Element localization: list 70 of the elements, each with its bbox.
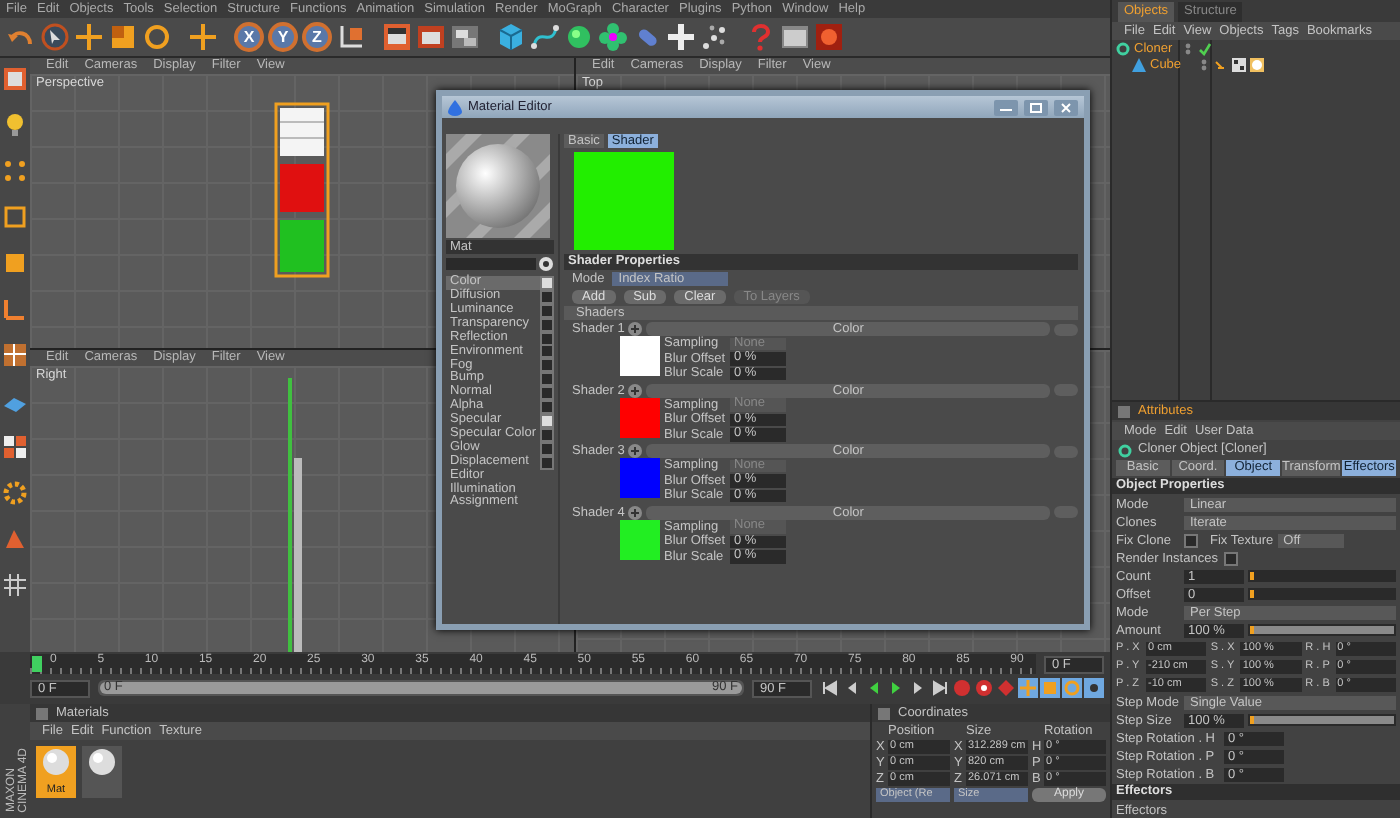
checkbox[interactable] bbox=[540, 372, 554, 387]
slider-track[interactable] bbox=[1248, 588, 1396, 600]
maximize-icon[interactable] bbox=[1024, 99, 1048, 115]
add-icon[interactable] bbox=[628, 505, 643, 519]
points-icon[interactable] bbox=[2, 158, 28, 184]
add-icon[interactable] bbox=[628, 383, 643, 397]
texture-icon[interactable] bbox=[2, 342, 28, 368]
spline-icon[interactable] bbox=[530, 22, 560, 52]
playhead-marker[interactable] bbox=[32, 656, 42, 672]
window-icon[interactable] bbox=[780, 22, 810, 52]
move-icon[interactable] bbox=[74, 22, 104, 52]
particles-icon[interactable] bbox=[700, 22, 730, 52]
axis-lock-button[interactable]: Y bbox=[268, 22, 298, 52]
color-swatch[interactable] bbox=[620, 458, 660, 498]
polygons-icon[interactable] bbox=[2, 250, 28, 276]
axis-lock-button[interactable]: X bbox=[234, 22, 264, 52]
minimize-icon[interactable] bbox=[994, 99, 1018, 115]
sphere-icon[interactable] bbox=[564, 22, 594, 52]
cube-icon[interactable] bbox=[496, 22, 526, 52]
checkbox[interactable] bbox=[1184, 533, 1198, 547]
go-to-start-icon[interactable] bbox=[820, 678, 840, 698]
panel-grip-icon[interactable] bbox=[1118, 405, 1130, 417]
render-view-icon[interactable] bbox=[382, 22, 412, 52]
scale-icon[interactable] bbox=[108, 22, 138, 52]
coordinate-system-icon[interactable] bbox=[336, 22, 366, 52]
light-bulb-icon[interactable] bbox=[2, 112, 28, 138]
render-picture-icon[interactable] bbox=[416, 22, 446, 52]
material-icon bbox=[448, 99, 462, 115]
check-icon[interactable] bbox=[1198, 41, 1212, 55]
model-icon[interactable] bbox=[2, 66, 28, 92]
panel-grip-icon[interactable] bbox=[36, 707, 48, 719]
visibility-dots-icon[interactable] bbox=[1198, 57, 1210, 71]
flower-icon[interactable] bbox=[598, 22, 628, 52]
snap-icon[interactable] bbox=[2, 526, 28, 552]
color-swatch[interactable] bbox=[620, 519, 660, 559]
go-to-end-icon[interactable] bbox=[930, 678, 950, 698]
panel-grip-icon[interactable] bbox=[878, 707, 890, 719]
rotate-icon[interactable] bbox=[142, 22, 172, 52]
eye-icon[interactable] bbox=[538, 256, 554, 272]
material-thumbnail[interactable] bbox=[82, 746, 122, 798]
edges-icon[interactable] bbox=[2, 204, 28, 230]
move-icon[interactable] bbox=[188, 22, 218, 52]
material-preview-drawing bbox=[446, 134, 550, 238]
checker-icon[interactable] bbox=[2, 434, 28, 460]
axis-lock-button[interactable]: Z bbox=[302, 22, 332, 52]
render-settings-icon[interactable] bbox=[450, 22, 480, 52]
checkbox[interactable] bbox=[540, 275, 554, 290]
record-icon[interactable] bbox=[814, 22, 844, 52]
grid-icon[interactable] bbox=[2, 572, 28, 598]
add-icon[interactable] bbox=[628, 444, 643, 458]
checkbox[interactable] bbox=[540, 358, 554, 373]
tags-drawing[interactable] bbox=[1214, 57, 1266, 71]
close-icon[interactable] bbox=[1054, 99, 1078, 115]
param-key-icon[interactable] bbox=[1084, 678, 1104, 698]
checkbox[interactable] bbox=[1224, 551, 1238, 565]
color-swatch[interactable] bbox=[620, 397, 660, 437]
slider-track[interactable] bbox=[1248, 570, 1396, 582]
search-field[interactable] bbox=[446, 258, 536, 270]
sphere-icon bbox=[88, 748, 116, 776]
cross-icon[interactable] bbox=[666, 22, 696, 52]
axis-icon[interactable] bbox=[2, 296, 28, 322]
pointer-icon[interactable] bbox=[40, 22, 70, 52]
checkbox[interactable] bbox=[540, 344, 554, 359]
add-icon[interactable] bbox=[628, 322, 643, 336]
sphere-icon bbox=[42, 748, 70, 776]
auto-key-icon[interactable] bbox=[974, 678, 994, 698]
visibility-dots-icon[interactable] bbox=[1182, 41, 1194, 55]
color-swatch[interactable] bbox=[620, 336, 660, 376]
cone-icon bbox=[1132, 57, 1146, 71]
checkbox[interactable] bbox=[540, 386, 554, 401]
